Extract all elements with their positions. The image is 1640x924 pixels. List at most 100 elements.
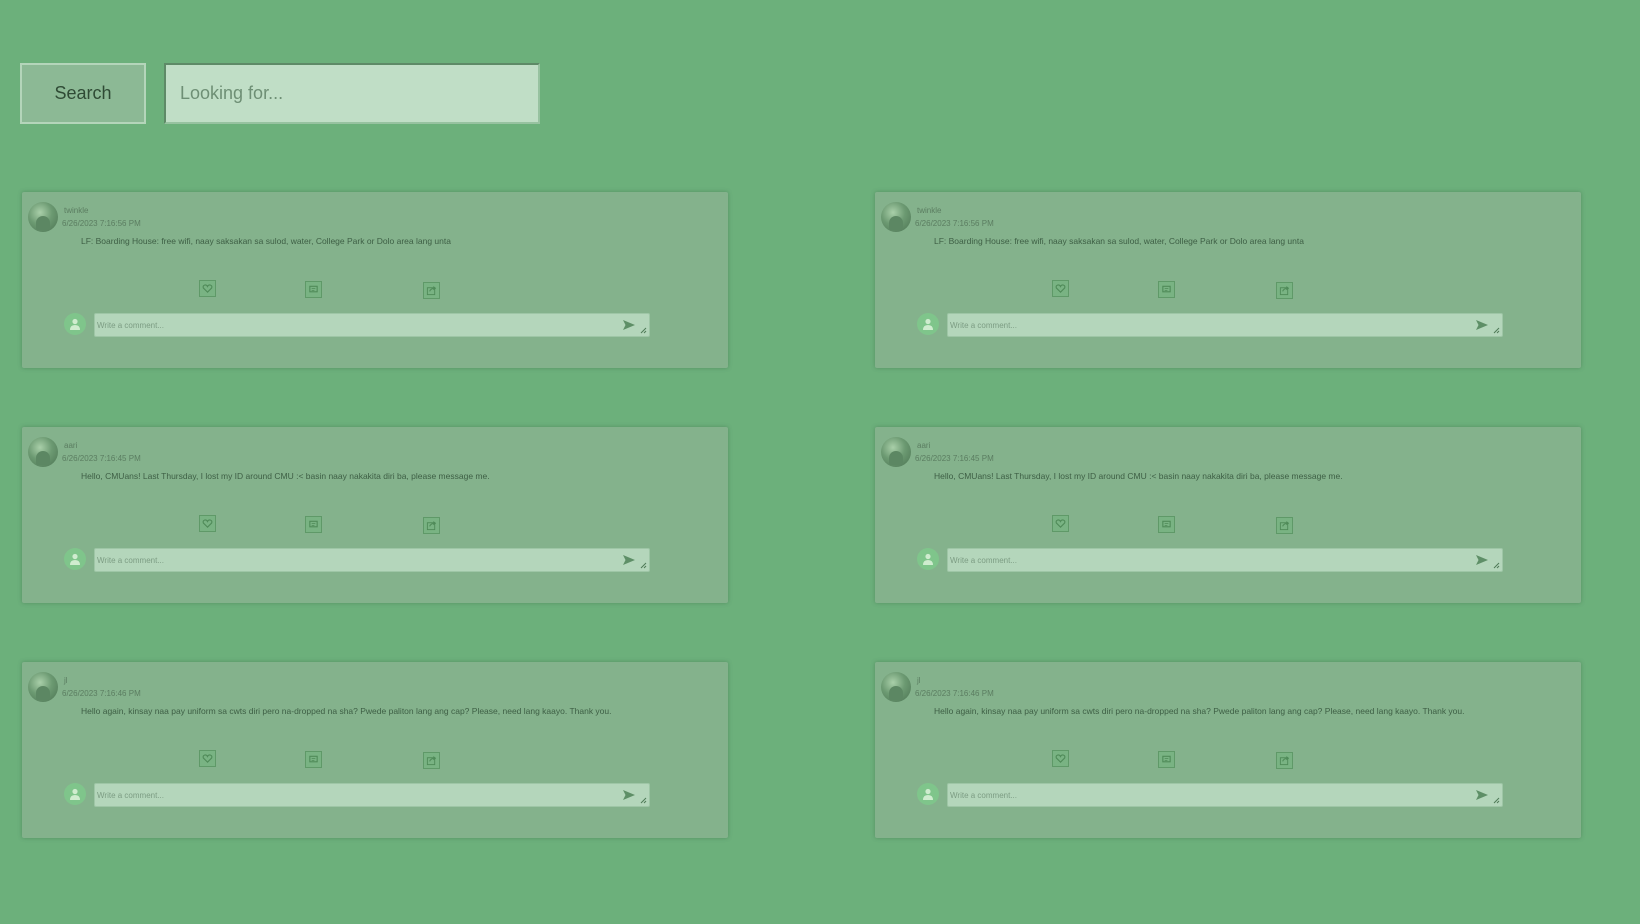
comment-button[interactable] bbox=[1158, 751, 1175, 768]
send-button[interactable] bbox=[622, 788, 638, 802]
send-button[interactable] bbox=[1475, 553, 1491, 567]
share-button[interactable] bbox=[1276, 517, 1293, 534]
comment-input[interactable] bbox=[95, 314, 615, 336]
send-icon bbox=[623, 555, 635, 565]
share-button[interactable] bbox=[423, 517, 440, 534]
post-timestamp: 6/26/2023 7:16:45 PM bbox=[915, 454, 994, 463]
send-button[interactable] bbox=[622, 553, 638, 567]
post-card: aari 6/26/2023 7:16:45 PM Hello, CMUans!… bbox=[22, 427, 728, 603]
heart-icon bbox=[202, 284, 213, 293]
post-timestamp: 6/26/2023 7:16:56 PM bbox=[62, 219, 141, 228]
user-icon bbox=[70, 318, 80, 330]
user-icon bbox=[923, 318, 933, 330]
resize-icon bbox=[640, 797, 647, 804]
commenter-avatar bbox=[64, 313, 86, 335]
comment-input[interactable] bbox=[95, 784, 615, 806]
comment-field bbox=[947, 313, 1503, 337]
user-avatar[interactable] bbox=[881, 672, 911, 702]
share-icon bbox=[426, 286, 437, 296]
commenter-avatar bbox=[917, 313, 939, 335]
send-icon bbox=[1476, 320, 1488, 330]
comment-icon bbox=[1162, 520, 1171, 528]
heart-icon bbox=[1055, 754, 1066, 763]
post-username[interactable]: jl bbox=[917, 676, 921, 685]
user-icon bbox=[70, 788, 80, 800]
resize-handle[interactable] bbox=[639, 561, 647, 569]
share-icon bbox=[1279, 286, 1290, 296]
search-button[interactable]: Search bbox=[20, 63, 146, 124]
share-button[interactable] bbox=[423, 282, 440, 299]
send-icon bbox=[1476, 790, 1488, 800]
user-avatar[interactable] bbox=[28, 202, 58, 232]
comment-button[interactable] bbox=[305, 516, 322, 533]
like-button[interactable] bbox=[1052, 280, 1069, 297]
post-username[interactable]: jl bbox=[64, 676, 68, 685]
post-username[interactable]: aari bbox=[64, 441, 77, 450]
comment-input[interactable] bbox=[948, 314, 1468, 336]
comment-button[interactable] bbox=[1158, 516, 1175, 533]
commenter-avatar bbox=[64, 548, 86, 570]
resize-icon bbox=[1493, 562, 1500, 569]
send-button[interactable] bbox=[1475, 788, 1491, 802]
resize-handle[interactable] bbox=[1492, 326, 1500, 334]
post-username[interactable]: twinkle bbox=[64, 206, 88, 215]
like-button[interactable] bbox=[199, 750, 216, 767]
comment-icon bbox=[309, 755, 318, 763]
user-avatar[interactable] bbox=[28, 437, 58, 467]
post-card: jl 6/26/2023 7:16:46 PM Hello again, kin… bbox=[22, 662, 728, 838]
share-button[interactable] bbox=[1276, 752, 1293, 769]
user-icon bbox=[923, 553, 933, 565]
search-input[interactable] bbox=[164, 63, 540, 124]
comment-icon bbox=[309, 285, 318, 293]
heart-icon bbox=[1055, 284, 1066, 293]
post-username[interactable]: twinkle bbox=[917, 206, 941, 215]
page: { "search": { "button_label": "Search", … bbox=[0, 0, 1640, 924]
share-button[interactable] bbox=[1276, 282, 1293, 299]
comment-input[interactable] bbox=[95, 549, 615, 571]
like-button[interactable] bbox=[1052, 515, 1069, 532]
post-content: Hello again, kinsay naa pay uniform sa c… bbox=[81, 706, 612, 716]
heart-icon bbox=[1055, 519, 1066, 528]
post-card: jl 6/26/2023 7:16:46 PM Hello again, kin… bbox=[875, 662, 1581, 838]
post-content: LF: Boarding House: free wifi, naay saks… bbox=[81, 236, 451, 246]
comment-field bbox=[94, 313, 650, 337]
share-icon bbox=[426, 756, 437, 766]
like-button[interactable] bbox=[1052, 750, 1069, 767]
comment-button[interactable] bbox=[1158, 281, 1175, 298]
send-button[interactable] bbox=[1475, 318, 1491, 332]
comment-button[interactable] bbox=[305, 281, 322, 298]
resize-handle[interactable] bbox=[1492, 561, 1500, 569]
resize-handle[interactable] bbox=[639, 326, 647, 334]
post-card: twinkle 6/26/2023 7:16:56 PM LF: Boardin… bbox=[875, 192, 1581, 368]
post-content: Hello, CMUans! Last Thursday, I lost my … bbox=[934, 471, 1343, 481]
like-button[interactable] bbox=[199, 280, 216, 297]
send-button[interactable] bbox=[622, 318, 638, 332]
share-icon bbox=[426, 521, 437, 531]
comment-icon bbox=[1162, 755, 1171, 763]
heart-icon bbox=[202, 754, 213, 763]
resize-icon bbox=[1493, 797, 1500, 804]
share-icon bbox=[1279, 756, 1290, 766]
resize-handle[interactable] bbox=[639, 796, 647, 804]
comment-input[interactable] bbox=[948, 549, 1468, 571]
comment-button[interactable] bbox=[305, 751, 322, 768]
post-content: Hello, CMUans! Last Thursday, I lost my … bbox=[81, 471, 490, 481]
heart-icon bbox=[202, 519, 213, 528]
resize-handle[interactable] bbox=[1492, 796, 1500, 804]
send-icon bbox=[623, 790, 635, 800]
user-avatar[interactable] bbox=[881, 202, 911, 232]
post-username[interactable]: aari bbox=[917, 441, 930, 450]
share-button[interactable] bbox=[423, 752, 440, 769]
like-button[interactable] bbox=[199, 515, 216, 532]
user-avatar[interactable] bbox=[881, 437, 911, 467]
commenter-avatar bbox=[917, 548, 939, 570]
user-avatar[interactable] bbox=[28, 672, 58, 702]
post-timestamp: 6/26/2023 7:16:56 PM bbox=[915, 219, 994, 228]
commenter-avatar bbox=[917, 783, 939, 805]
post-timestamp: 6/26/2023 7:16:45 PM bbox=[62, 454, 141, 463]
comment-input[interactable] bbox=[948, 784, 1468, 806]
comment-icon bbox=[309, 520, 318, 528]
share-icon bbox=[1279, 521, 1290, 531]
send-icon bbox=[623, 320, 635, 330]
post-timestamp: 6/26/2023 7:16:46 PM bbox=[915, 689, 994, 698]
